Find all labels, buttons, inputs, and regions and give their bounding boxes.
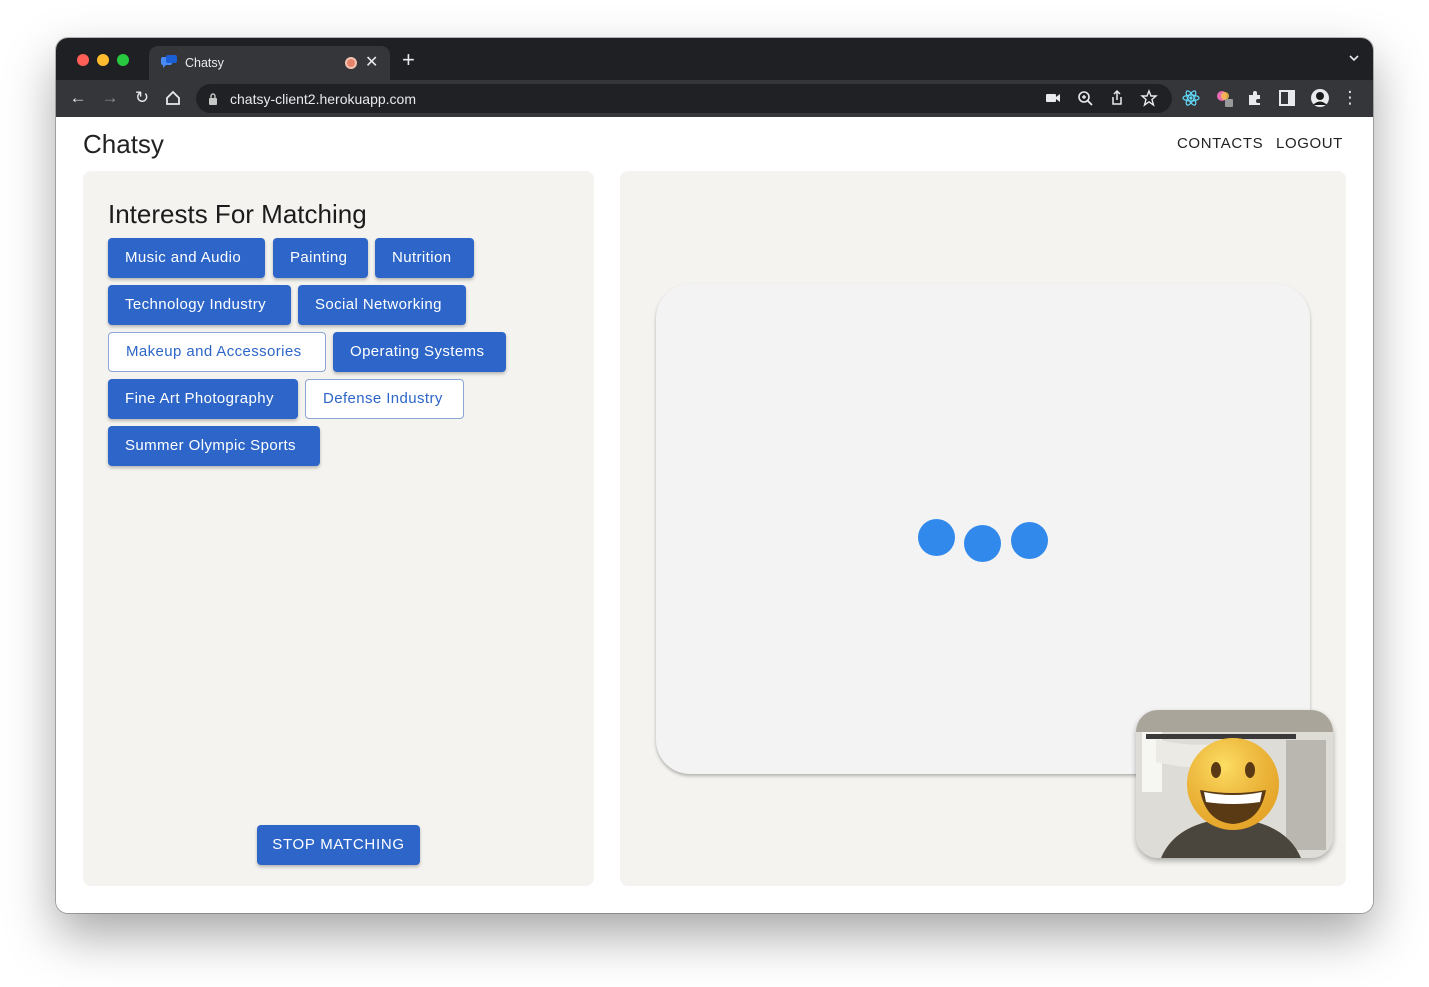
zoom-icon[interactable]	[1076, 89, 1094, 107]
color-picker-extension-icon[interactable]	[1214, 88, 1234, 108]
interest-chip[interactable]: Social Networking	[298, 285, 466, 325]
loading-dot	[918, 519, 955, 556]
interest-chip[interactable]: Summer Olympic Sports	[108, 426, 320, 466]
interest-chip[interactable]: Technology Industry	[108, 285, 291, 325]
browser-window: Chatsy ✕ + ← → ↻ chatsy-client2.herokuap…	[56, 38, 1373, 913]
browser-toolbar: ← → ↻ chatsy-client2.herokuapp.com ⋮	[56, 80, 1373, 117]
loading-dot	[964, 525, 1001, 562]
title-bar: Chatsy ✕ +	[56, 38, 1373, 80]
self-video-image	[1136, 710, 1333, 858]
react-devtools-icon[interactable]	[1181, 88, 1201, 108]
interest-chip[interactable]: Music and Audio	[108, 238, 265, 278]
bookmark-star-icon[interactable]	[1140, 89, 1158, 107]
maximize-window-button[interactable]	[117, 54, 129, 66]
lock-icon	[209, 93, 217, 105]
loading-dot	[1011, 522, 1048, 559]
interest-chip[interactable]: Fine Art Photography	[108, 379, 298, 419]
share-icon[interactable]	[1108, 89, 1126, 107]
chat-favicon-icon	[161, 55, 177, 68]
tab-title: Chatsy	[185, 56, 224, 70]
close-tab-icon[interactable]: ✕	[365, 52, 378, 72]
back-arrow-icon[interactable]: ←	[68, 88, 88, 108]
home-icon[interactable]	[164, 89, 182, 107]
reload-icon[interactable]: ↻	[132, 88, 152, 108]
profile-avatar-icon[interactable]	[1310, 88, 1330, 108]
camera-icon[interactable]	[1044, 89, 1062, 107]
address-bar[interactable]: chatsy-client2.herokuapp.com	[196, 84, 1172, 113]
chevron-down-icon[interactable]	[1349, 53, 1359, 63]
more-menu-icon[interactable]: ⋮	[1340, 88, 1360, 108]
close-window-button[interactable]	[77, 54, 89, 66]
page-content: Chatsy CONTACTS LOGOUT Interests For Mat…	[56, 117, 1373, 913]
video-panel	[620, 171, 1346, 886]
brand-title: Chatsy	[83, 129, 164, 159]
interest-chip[interactable]: Nutrition	[375, 238, 474, 278]
interest-chip[interactable]: Defense Industry	[305, 379, 464, 419]
remote-video-placeholder	[656, 284, 1310, 774]
new-tab-icon[interactable]: +	[402, 49, 415, 71]
browser-tab[interactable]: Chatsy ✕	[149, 46, 390, 80]
url-text: chatsy-client2.herokuapp.com	[230, 91, 416, 107]
recording-indicator-icon	[345, 57, 357, 69]
interest-chip[interactable]: Operating Systems	[333, 332, 506, 372]
interest-chip[interactable]: Makeup and Accessories	[108, 332, 326, 372]
self-video-preview	[1136, 710, 1333, 858]
interests-title: Interests For Matching	[108, 199, 367, 229]
forward-arrow-icon[interactable]: →	[100, 88, 120, 108]
contacts-link[interactable]: CONTACTS	[1177, 135, 1263, 152]
logout-link[interactable]: LOGOUT	[1276, 135, 1343, 152]
minimize-window-button[interactable]	[97, 54, 109, 66]
interest-chip[interactable]: Painting	[273, 238, 368, 278]
stop-matching-button[interactable]: STOP MATCHING	[257, 825, 420, 865]
interests-panel: Interests For Matching Music and Audio P…	[83, 171, 594, 886]
side-panel-icon[interactable]	[1277, 88, 1297, 108]
extensions-puzzle-icon[interactable]	[1245, 88, 1265, 108]
